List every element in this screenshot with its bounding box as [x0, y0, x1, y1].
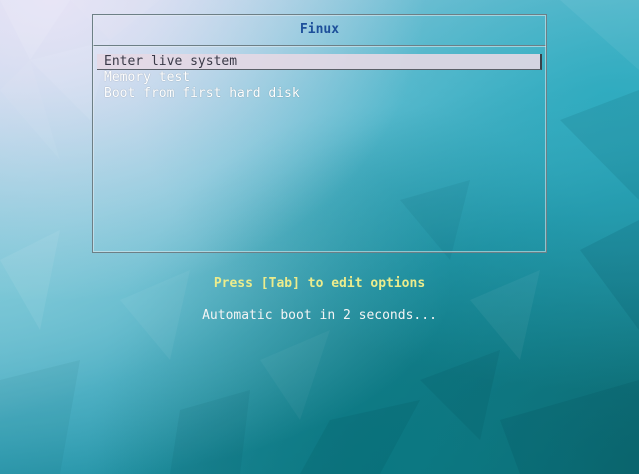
edit-options-hint: Press [Tab] to edit options: [213, 276, 426, 291]
menu-item-memory-test[interactable]: Memory test: [97, 70, 542, 86]
menu-title: Finux: [93, 15, 546, 46]
autoboot-countdown: Automatic boot in 2 seconds...: [202, 308, 437, 323]
menu-list: Enter live system Memory test Boot from …: [97, 54, 542, 102]
menu-item-boot-hard-disk[interactable]: Boot from first hard disk: [97, 86, 542, 102]
boot-menu: Finux Enter live system Memory test Boot…: [92, 14, 547, 253]
menu-item-enter-live-system[interactable]: Enter live system: [97, 54, 542, 70]
